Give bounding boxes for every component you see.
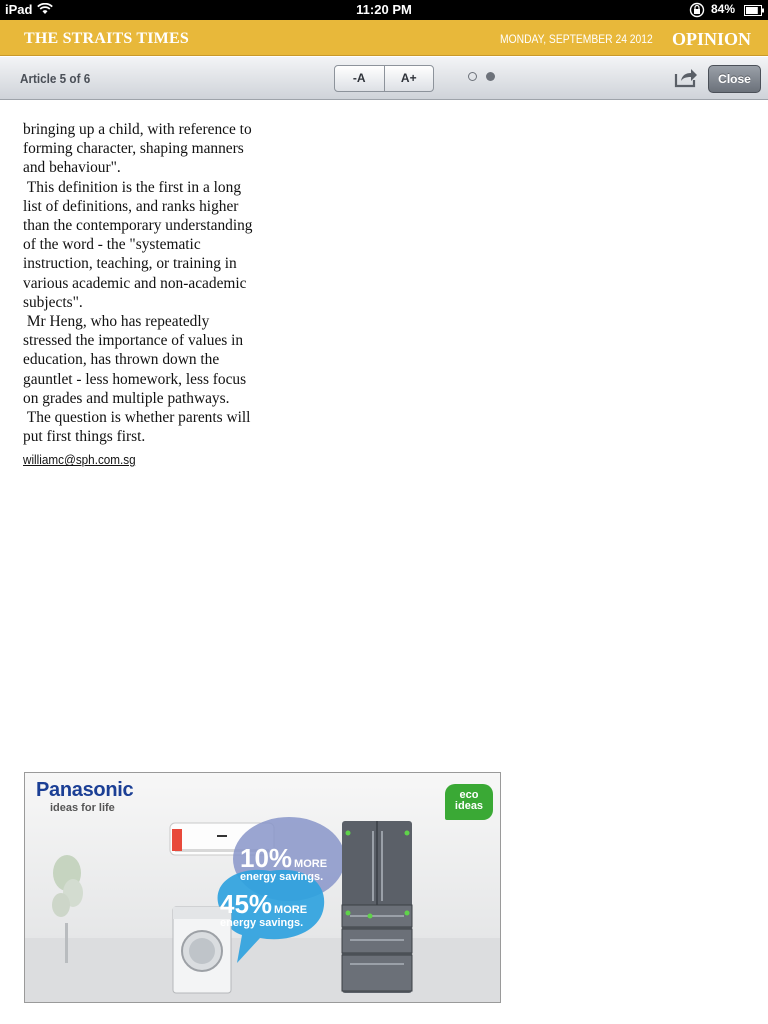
battery-icon <box>744 4 764 16</box>
article-toolbar: Article 5 of 6 -A A+ Close <box>0 57 768 100</box>
eco-ideas-badge: eco ideas <box>445 784 493 820</box>
share-icon[interactable] <box>674 66 698 88</box>
savings-claim-1: 10% MORE energy savings. <box>240 843 328 883</box>
status-clock: 11:20 PM <box>356 2 412 17</box>
issue-date: MONDAY, SEPTEMBER 24 2012 <box>500 32 653 46</box>
refrigerator-illustration <box>341 821 413 993</box>
article-paragraph: Mr Heng, who has repeatedly stressed the… <box>23 313 247 407</box>
battery-percent: 84% <box>711 2 736 16</box>
status-bar: iPad 11:20 PM 84% <box>0 0 768 20</box>
page-indicator-dot-1[interactable] <box>468 72 477 81</box>
rotation-lock-icon <box>689 2 705 21</box>
masthead: THE STRAITS TIMES MONDAY, SEPTEMBER 24 2… <box>0 20 768 56</box>
decrease-font-button[interactable]: -A <box>335 66 384 91</box>
close-button[interactable]: Close <box>708 65 761 93</box>
article-paragraph: bringing up a child, with reference to f… <box>23 121 252 177</box>
article-body: bringing up a child, with reference to f… <box>23 120 255 470</box>
section-title: OPINION <box>672 29 752 49</box>
ad-tagline: ideas for life <box>50 802 115 814</box>
author-email-link[interactable]: williamc@sph.com.sg <box>23 450 136 469</box>
font-size-control: -A A+ <box>334 65 434 92</box>
newspaper-logo: THE STRAITS TIMES <box>24 30 189 47</box>
savings-claim-2: 45% MORE energy savings. <box>220 889 308 929</box>
page-indicator-dot-2[interactable] <box>486 72 495 81</box>
article-counter: Article 5 of 6 <box>20 71 91 86</box>
panasonic-advertisement[interactable]: Panasonic ideas for life eco ideas 10% MO… <box>24 772 501 1003</box>
article-paragraph: This definition is the first in a long l… <box>23 178 253 311</box>
article-paragraph: The question is whether parents will put… <box>23 409 251 446</box>
increase-font-button[interactable]: A+ <box>383 66 434 91</box>
ad-brand-logo: Panasonic <box>36 779 134 801</box>
